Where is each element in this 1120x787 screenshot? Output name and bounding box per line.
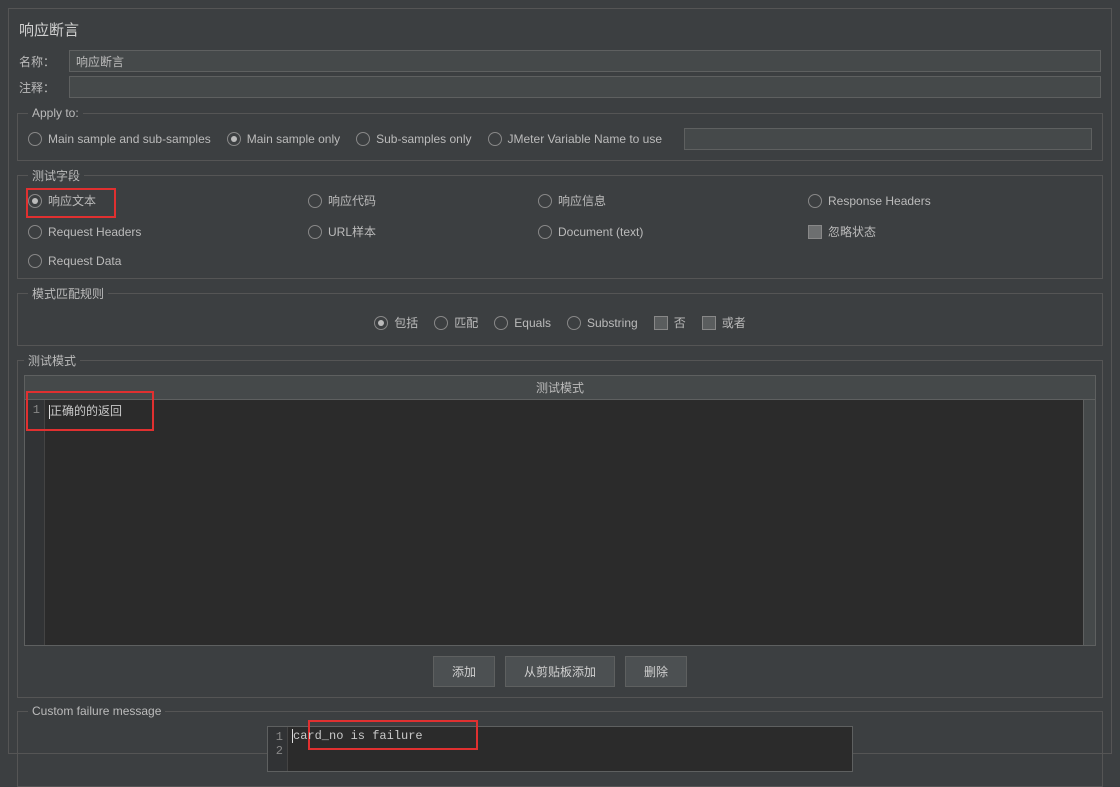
radio-url-sample[interactable]: URL样本 (308, 223, 538, 240)
comment-label: 注释： (19, 79, 63, 96)
radio-icon (488, 132, 502, 146)
radio-substring[interactable]: Substring (567, 314, 638, 331)
radio-icon (28, 225, 42, 239)
test-fields-fieldset: 测试字段 响应文本 响应代码 响应信息 Response Headers Req… (17, 167, 1103, 279)
radio-icon (28, 132, 42, 146)
test-pattern-legend: 测试模式 (24, 352, 80, 369)
highlight-box-icon (26, 188, 116, 218)
radio-main-sub[interactable]: Main sample and sub-samples (28, 132, 211, 146)
test-pattern-fieldset: 测试模式 测试模式 1 正确的的返回 添加 从剪贴板添加 删除 (17, 352, 1103, 698)
radio-icon (808, 194, 822, 208)
checkbox-not[interactable]: 否 (654, 314, 686, 331)
pattern-line-1[interactable]: 正确的的返回 (45, 400, 1083, 645)
radio-response-code[interactable]: 响应代码 (308, 192, 538, 209)
radio-icon (567, 316, 581, 330)
pattern-table-header: 测试模式 (24, 375, 1096, 400)
response-assertion-panel: 响应断言 名称： 注释： Apply to: Main sample and s… (8, 8, 1112, 754)
radio-icon (308, 194, 322, 208)
test-fields-legend: 测试字段 (28, 167, 84, 184)
radio-contains[interactable]: 包括 (374, 314, 418, 331)
radio-icon (434, 316, 448, 330)
line-gutter: 12 (268, 727, 288, 771)
radio-response-message[interactable]: 响应信息 (538, 192, 808, 209)
line-gutter: 1 (25, 400, 45, 645)
radio-icon (356, 132, 370, 146)
radio-sub-only[interactable]: Sub-samples only (356, 132, 471, 146)
radio-icon (374, 316, 388, 330)
radio-response-headers[interactable]: Response Headers (808, 192, 1092, 209)
pattern-rules-fieldset: 模式匹配规则 包括 匹配 Equals Substring 否 (17, 285, 1103, 346)
apply-to-fieldset: Apply to: Main sample and sub-samples Ma… (17, 106, 1103, 161)
scrollbar-vertical[interactable] (1083, 400, 1095, 645)
comment-input[interactable] (69, 76, 1101, 98)
radio-jmeter-var[interactable]: JMeter Variable Name to use (488, 132, 663, 146)
name-row: 名称： (13, 48, 1107, 74)
checkbox-or[interactable]: 或者 (702, 314, 746, 331)
comment-row: 注释： (13, 74, 1107, 100)
radio-icon (494, 316, 508, 330)
panel-title: 响应断言 (13, 9, 1107, 48)
checkbox-ignore-status[interactable]: 忽略状态 (808, 223, 1092, 240)
pattern-editor[interactable]: 1 正确的的返回 (24, 400, 1096, 646)
name-input[interactable] (69, 50, 1101, 72)
custom-failure-fieldset: Custom failure message 12 card_no is fai… (17, 704, 1103, 787)
apply-to-legend: Apply to: (28, 106, 83, 120)
pattern-rules-legend: 模式匹配规则 (28, 285, 108, 302)
jmeter-var-input[interactable] (684, 128, 1092, 150)
checkbox-icon (702, 316, 716, 330)
radio-icon (227, 132, 241, 146)
radio-icon (28, 254, 42, 268)
add-button[interactable]: 添加 (433, 656, 495, 687)
radio-icon (308, 225, 322, 239)
radio-icon (538, 194, 552, 208)
radio-request-data[interactable]: Request Data (28, 254, 308, 268)
custom-failure-legend: Custom failure message (28, 704, 165, 718)
checkbox-icon (654, 316, 668, 330)
failure-message-text[interactable]: card_no is failure (288, 727, 852, 771)
name-label: 名称： (19, 53, 63, 70)
radio-equals[interactable]: Equals (494, 314, 551, 331)
radio-icon (538, 225, 552, 239)
delete-button[interactable]: 删除 (625, 656, 687, 687)
checkbox-icon (808, 225, 822, 239)
radio-main-only[interactable]: Main sample only (227, 132, 340, 146)
radio-match[interactable]: 匹配 (434, 314, 478, 331)
failure-message-editor[interactable]: 12 card_no is failure (267, 726, 853, 772)
highlight-box-icon (26, 391, 154, 431)
radio-request-headers[interactable]: Request Headers (28, 223, 308, 240)
radio-document-text[interactable]: Document (text) (538, 223, 808, 240)
add-from-clipboard-button[interactable]: 从剪贴板添加 (505, 656, 615, 687)
